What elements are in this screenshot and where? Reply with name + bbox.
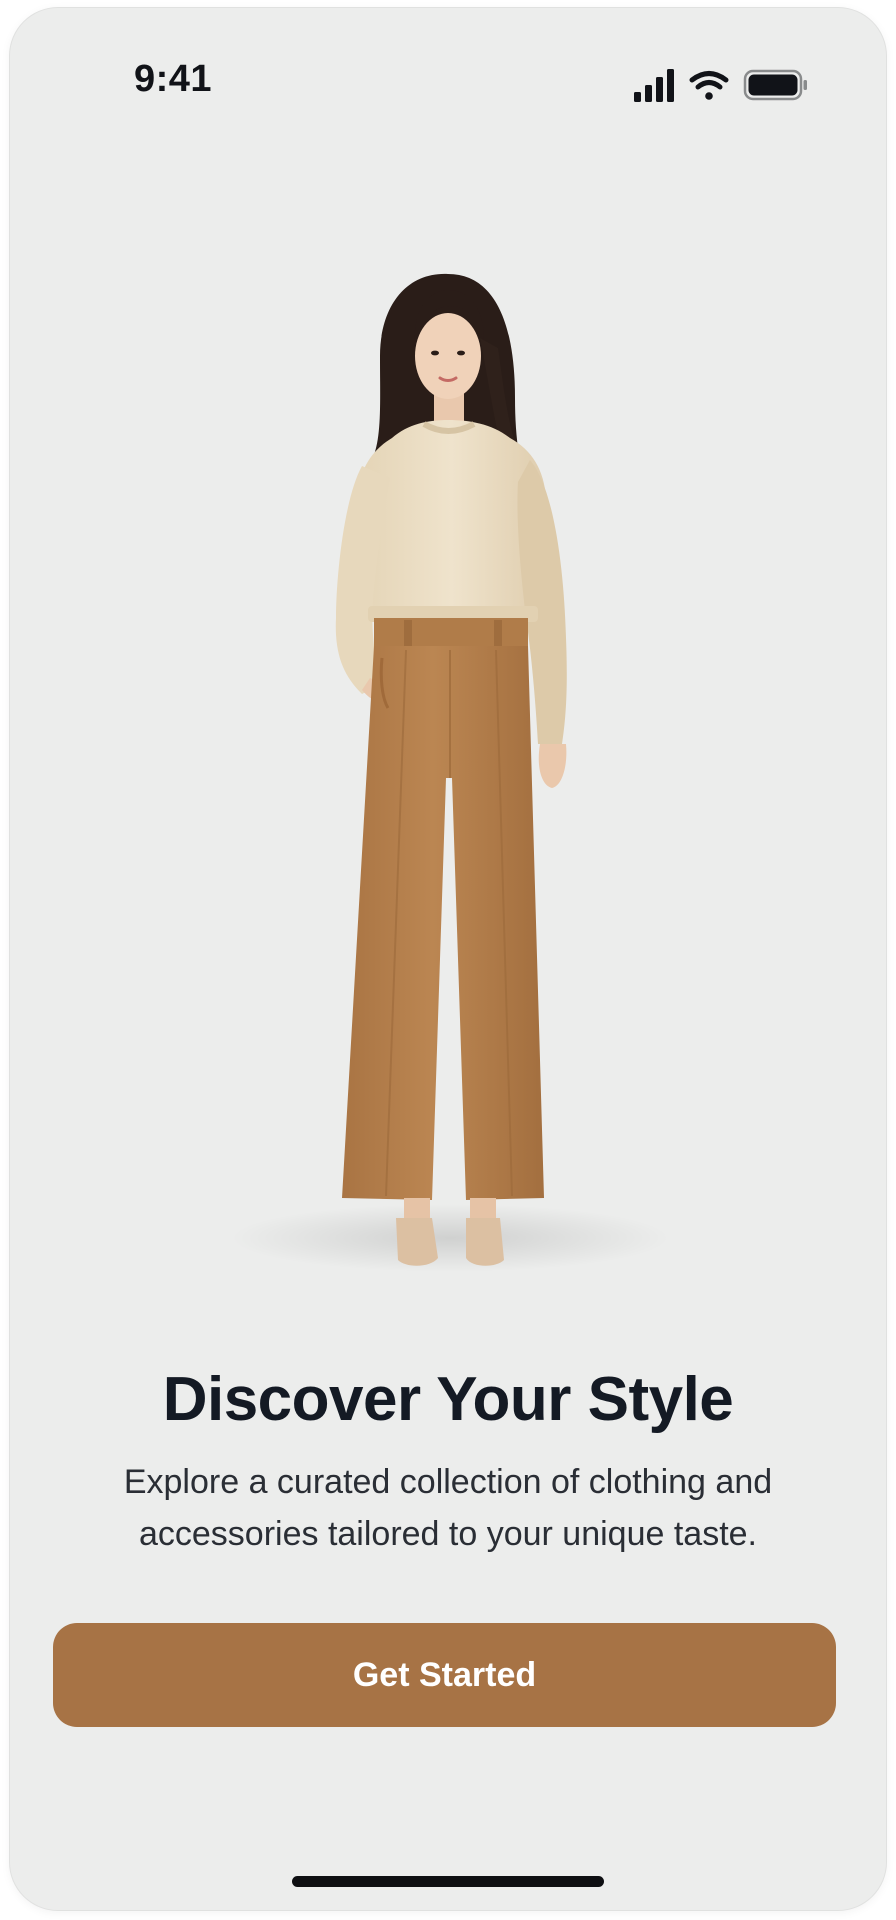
status-time: 9:41 xyxy=(134,58,213,100)
battery-icon xyxy=(743,69,807,101)
hero-illustration xyxy=(230,273,670,1272)
wifi-icon xyxy=(689,71,729,100)
page-title: Discover Your Style xyxy=(162,1365,734,1434)
cellular-signal-icon xyxy=(634,69,674,102)
get-started-button[interactable]: Get Started xyxy=(53,1623,836,1727)
model-figure xyxy=(335,273,567,1266)
status-icons xyxy=(634,69,807,102)
phone-screen: 9:41 Discover Your Style Explore a curat… xyxy=(10,8,886,1910)
page-subtitle: Explore a curated collection of clothing… xyxy=(123,1463,773,1553)
status-bar: 9:41 xyxy=(10,8,886,148)
home-indicator[interactable] xyxy=(292,1876,604,1887)
